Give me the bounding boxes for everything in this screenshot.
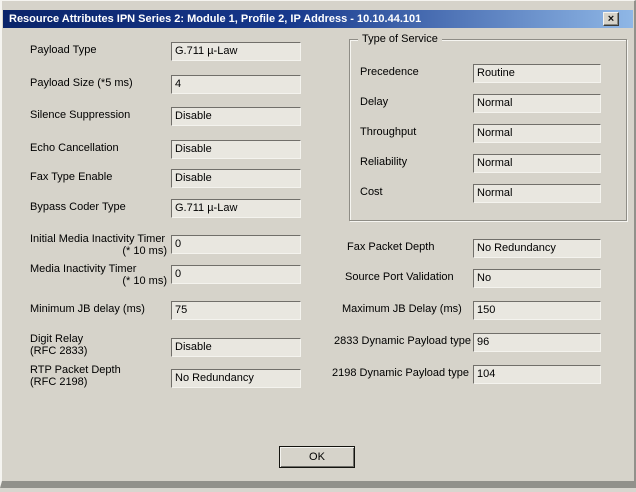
payload-type-label: Payload Type <box>30 45 167 57</box>
2833-dynamic-payload-type-field[interactable]: 96 <box>473 333 601 352</box>
2833-dynamic-payload-type-label: 2833 Dynamic Payload type <box>334 336 471 348</box>
type-of-service-group-title: Type of Service <box>358 33 442 45</box>
field-row: Precedence Routine <box>350 64 626 84</box>
title-bar: Resource Attributes IPN Series 2: Module… <box>3 10 633 28</box>
precedence-label: Precedence <box>360 67 419 79</box>
dialog-window: Resource Attributes IPN Series 2: Module… <box>0 0 636 488</box>
delay-label: Delay <box>360 97 388 109</box>
source-port-validation-field[interactable]: No <box>473 269 601 288</box>
fax-type-enable-field[interactable]: Disable <box>171 169 301 188</box>
fax-packet-depth-field[interactable]: No Redundancy <box>473 239 601 258</box>
field-row: 2198 Dynamic Payload type 104 <box>2 365 634 385</box>
payload-size-field[interactable]: 4 <box>171 75 301 94</box>
field-row: Throughput Normal <box>350 124 626 144</box>
precedence-field[interactable]: Routine <box>473 64 601 83</box>
field-row: Delay Normal <box>350 94 626 114</box>
field-row: Reliability Normal <box>350 154 626 174</box>
window-title: Resource Attributes IPN Series 2: Module… <box>9 13 421 25</box>
payload-type-field[interactable]: G.711 µ-Law <box>171 42 301 61</box>
2198-dynamic-payload-type-label: 2198 Dynamic Payload type <box>332 368 469 380</box>
close-button[interactable]: × <box>603 12 619 26</box>
field-row: Source Port Validation No <box>2 269 634 289</box>
field-row: Cost Normal <box>350 184 626 204</box>
reliability-label: Reliability <box>360 157 407 169</box>
delay-field[interactable]: Normal <box>473 94 601 113</box>
fax-type-enable-label: Fax Type Enable <box>30 172 167 184</box>
reliability-field[interactable]: Normal <box>473 154 601 173</box>
source-port-validation-label: Source Port Validation <box>345 272 454 284</box>
maximum-jb-delay-label: Maximum JB Delay (ms) <box>342 304 462 316</box>
silence-suppression-field[interactable]: Disable <box>171 107 301 126</box>
field-row: Fax Packet Depth No Redundancy <box>2 239 634 259</box>
echo-cancellation-label: Echo Cancellation <box>30 143 167 155</box>
fax-packet-depth-label: Fax Packet Depth <box>347 242 434 254</box>
close-icon: × <box>608 13 614 25</box>
echo-cancellation-field[interactable]: Disable <box>171 140 301 159</box>
throughput-field[interactable]: Normal <box>473 124 601 143</box>
field-row: 2833 Dynamic Payload type 96 <box>2 333 634 353</box>
2198-dynamic-payload-type-field[interactable]: 104 <box>473 365 601 384</box>
silence-suppression-label: Silence Suppression <box>30 110 167 122</box>
maximum-jb-delay-field[interactable]: 150 <box>473 301 601 320</box>
ok-button[interactable]: OK <box>279 446 355 468</box>
cost-label: Cost <box>360 187 383 199</box>
cost-field[interactable]: Normal <box>473 184 601 203</box>
payload-size-label: Payload Size (*5 ms) <box>30 78 167 90</box>
type-of-service-group: Type of Service Precedence Routine Delay… <box>349 39 627 221</box>
bypass-coder-type-label: Bypass Coder Type <box>30 202 167 214</box>
field-row: Maximum JB Delay (ms) 150 <box>2 301 634 321</box>
bypass-coder-type-field[interactable]: G.711 µ-Law <box>171 199 301 218</box>
throughput-label: Throughput <box>360 127 416 139</box>
